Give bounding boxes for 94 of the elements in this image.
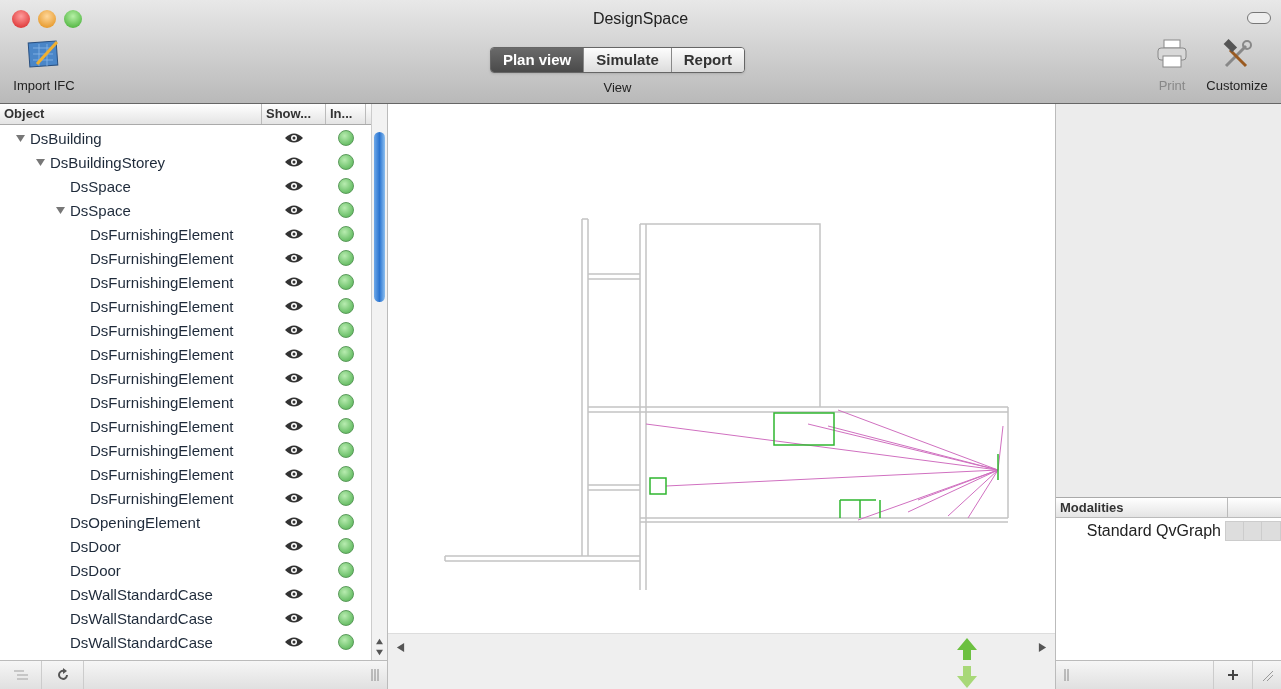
toolbar-group-label: View — [603, 79, 632, 97]
status-icon — [338, 178, 354, 194]
resize-grip-icon[interactable] — [1064, 669, 1072, 681]
status-icon — [338, 154, 354, 170]
status-icon — [338, 586, 354, 602]
status-icon — [338, 226, 354, 242]
status-icon — [338, 130, 354, 146]
resize-grip-icon[interactable] — [371, 669, 379, 681]
tree-item[interactable]: DsFurnishingElement — [90, 298, 234, 314]
eye-icon[interactable] — [284, 444, 304, 456]
disclosure-triangle-icon[interactable] — [56, 205, 65, 215]
eye-icon[interactable] — [284, 204, 304, 216]
tree-item[interactable]: DsWallStandardCase — [70, 634, 213, 650]
status-icon — [338, 538, 354, 554]
status-icon — [338, 274, 354, 290]
modality-item[interactable]: Standard QvGraph — [1086, 519, 1221, 543]
tree-item[interactable]: DsFurnishingElement — [90, 418, 234, 434]
status-icon — [338, 490, 354, 506]
window-title: DesignSpace — [592, 9, 689, 29]
column-header[interactable]: Modalities — [1056, 498, 1228, 517]
status-icon — [338, 442, 354, 458]
eye-icon[interactable] — [284, 612, 304, 624]
eye-icon[interactable] — [284, 516, 304, 528]
tree-item[interactable]: DsWallStandardCase — [70, 610, 213, 626]
tree-item[interactable]: DsFurnishingElement — [90, 370, 234, 386]
eye-icon[interactable] — [284, 540, 304, 552]
status-icon — [338, 634, 354, 650]
scroll-left-icon[interactable] — [396, 643, 405, 652]
disclosure-triangle-icon[interactable] — [36, 157, 45, 167]
column-header[interactable]: Show... — [262, 104, 326, 124]
eye-icon[interactable] — [284, 588, 304, 600]
close-button[interactable] — [12, 10, 30, 28]
scrollbar-thumb[interactable] — [374, 132, 385, 302]
eye-icon[interactable] — [284, 276, 304, 288]
scroll-down-icon[interactable] — [376, 649, 383, 656]
tree-item[interactable]: DsOpeningElement — [70, 514, 201, 530]
tree-item[interactable]: DsFurnishingElement — [90, 274, 234, 290]
toolbar-toggle-button[interactable] — [1247, 12, 1271, 24]
tree-item[interactable]: DsFurnishingElement — [90, 250, 234, 266]
tree-item[interactable]: DsFurnishingElement — [90, 490, 234, 506]
tree-item[interactable]: DsDoor — [70, 562, 121, 578]
eye-icon[interactable] — [284, 324, 304, 336]
scroll-up-icon[interactable] — [376, 638, 383, 645]
status-icon — [338, 418, 354, 434]
blueprint-icon — [27, 38, 61, 70]
tree-item[interactable]: DsFurnishingElement — [90, 466, 234, 482]
eye-icon[interactable] — [284, 396, 304, 408]
status-icon — [338, 346, 354, 362]
scroll-right-icon[interactable] — [1038, 643, 1047, 652]
eye-icon[interactable] — [284, 348, 304, 360]
status-icon — [338, 610, 354, 626]
disclosure-triangle-icon[interactable] — [16, 133, 25, 143]
scrollbar[interactable] — [371, 104, 387, 660]
eye-icon[interactable] — [284, 468, 304, 480]
tree-item[interactable]: DsBuilding — [30, 130, 102, 146]
eye-icon[interactable] — [284, 180, 304, 192]
printer-icon — [1155, 38, 1189, 70]
column-header[interactable]: Object — [0, 104, 262, 124]
import-button[interactable]: Import IFC — [4, 38, 84, 96]
eye-icon[interactable] — [284, 252, 304, 264]
tree-item[interactable]: DsSpace — [70, 178, 131, 194]
eye-icon[interactable] — [284, 492, 304, 504]
eye-icon[interactable] — [284, 228, 304, 240]
eye-icon[interactable] — [284, 420, 304, 432]
tree-item[interactable]: DsFurnishingElement — [90, 322, 234, 338]
status-icon — [338, 322, 354, 338]
tree-item[interactable]: DsWallStandardCase — [70, 586, 213, 602]
view-tab[interactable]: Report — [670, 48, 745, 72]
status-icon — [338, 466, 354, 482]
tree-item[interactable]: DsSpace — [70, 202, 131, 218]
eye-icon[interactable] — [284, 300, 304, 312]
status-icon — [338, 514, 354, 530]
tree-item[interactable]: DsFurnishingElement — [90, 226, 234, 242]
status-icon — [338, 370, 354, 386]
add-icon[interactable] — [1213, 661, 1253, 689]
status-icon — [338, 202, 354, 218]
tree-item[interactable]: DsBuildingStorey — [50, 154, 166, 170]
status-icon — [338, 562, 354, 578]
eye-icon[interactable] — [284, 636, 304, 648]
eye-icon[interactable] — [284, 156, 304, 168]
eye-icon[interactable] — [284, 372, 304, 384]
eye-icon[interactable] — [284, 132, 304, 144]
view-tab[interactable]: Plan view — [490, 48, 584, 72]
view-tab[interactable]: Simulate — [583, 48, 671, 72]
tree-item[interactable]: DsDoor — [70, 538, 121, 554]
customize-button[interactable]: Customize — [1197, 38, 1277, 96]
tree-item[interactable]: DsFurnishingElement — [90, 346, 234, 362]
column-header[interactable]: In... — [326, 104, 366, 124]
status-icon — [338, 394, 354, 410]
tree-item[interactable]: DsFurnishingElement — [90, 394, 234, 410]
status-icon — [338, 250, 354, 266]
tree-item[interactable]: DsFurnishingElement — [90, 442, 234, 458]
status-icon — [338, 298, 354, 314]
eye-icon[interactable] — [284, 564, 304, 576]
